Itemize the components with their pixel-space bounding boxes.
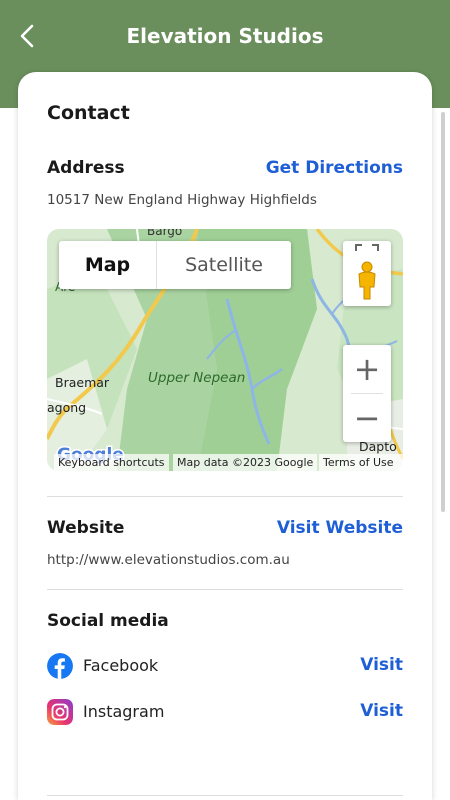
- page-title: Elevation Studios: [126, 24, 324, 48]
- zoom-out-button[interactable]: −: [343, 394, 391, 442]
- scrollbar[interactable]: [441, 112, 445, 512]
- instagram-icon: [47, 699, 73, 725]
- instagram-label: Instagram: [83, 702, 165, 721]
- social-media-heading: Social media: [47, 611, 169, 631]
- map-type-map-button[interactable]: Map: [59, 241, 157, 289]
- website-label: Website: [47, 518, 125, 538]
- divider: [47, 496, 403, 497]
- facebook-icon: [47, 653, 73, 679]
- divider: [47, 589, 403, 590]
- map-type-control: Map Satellite: [59, 241, 291, 289]
- keyboard-shortcuts-link[interactable]: Keyboard shortcuts: [54, 454, 169, 471]
- street-view-control[interactable]: [343, 241, 391, 306]
- get-directions-link[interactable]: Get Directions: [266, 158, 403, 178]
- place-label: Upper Nepean: [148, 370, 245, 386]
- instagram-visit-link[interactable]: Visit: [360, 701, 403, 721]
- address-text: 10517 New England Highway Highfields: [47, 192, 317, 208]
- zoom-control: + −: [343, 345, 391, 442]
- map-data-attribution: Map data ©2023 Google: [173, 454, 318, 471]
- place-label: Braemar: [55, 375, 110, 390]
- contact-heading: Contact: [47, 102, 130, 124]
- divider: [47, 795, 403, 796]
- visit-website-link[interactable]: Visit Website: [277, 518, 403, 538]
- zoom-in-button[interactable]: +: [343, 345, 391, 393]
- website-url: http://www.elevationstudios.com.au: [47, 552, 290, 568]
- facebook-visit-link[interactable]: Visit: [360, 655, 403, 675]
- address-label: Address: [47, 158, 125, 178]
- facebook-label: Facebook: [83, 656, 159, 675]
- terms-of-use-link[interactable]: Terms of Use: [319, 454, 403, 471]
- place-label: agong: [47, 400, 86, 415]
- place-label: Bargo: [147, 229, 182, 238]
- pegman-icon: [355, 244, 379, 300]
- map-type-satellite-button[interactable]: Satellite: [157, 241, 291, 289]
